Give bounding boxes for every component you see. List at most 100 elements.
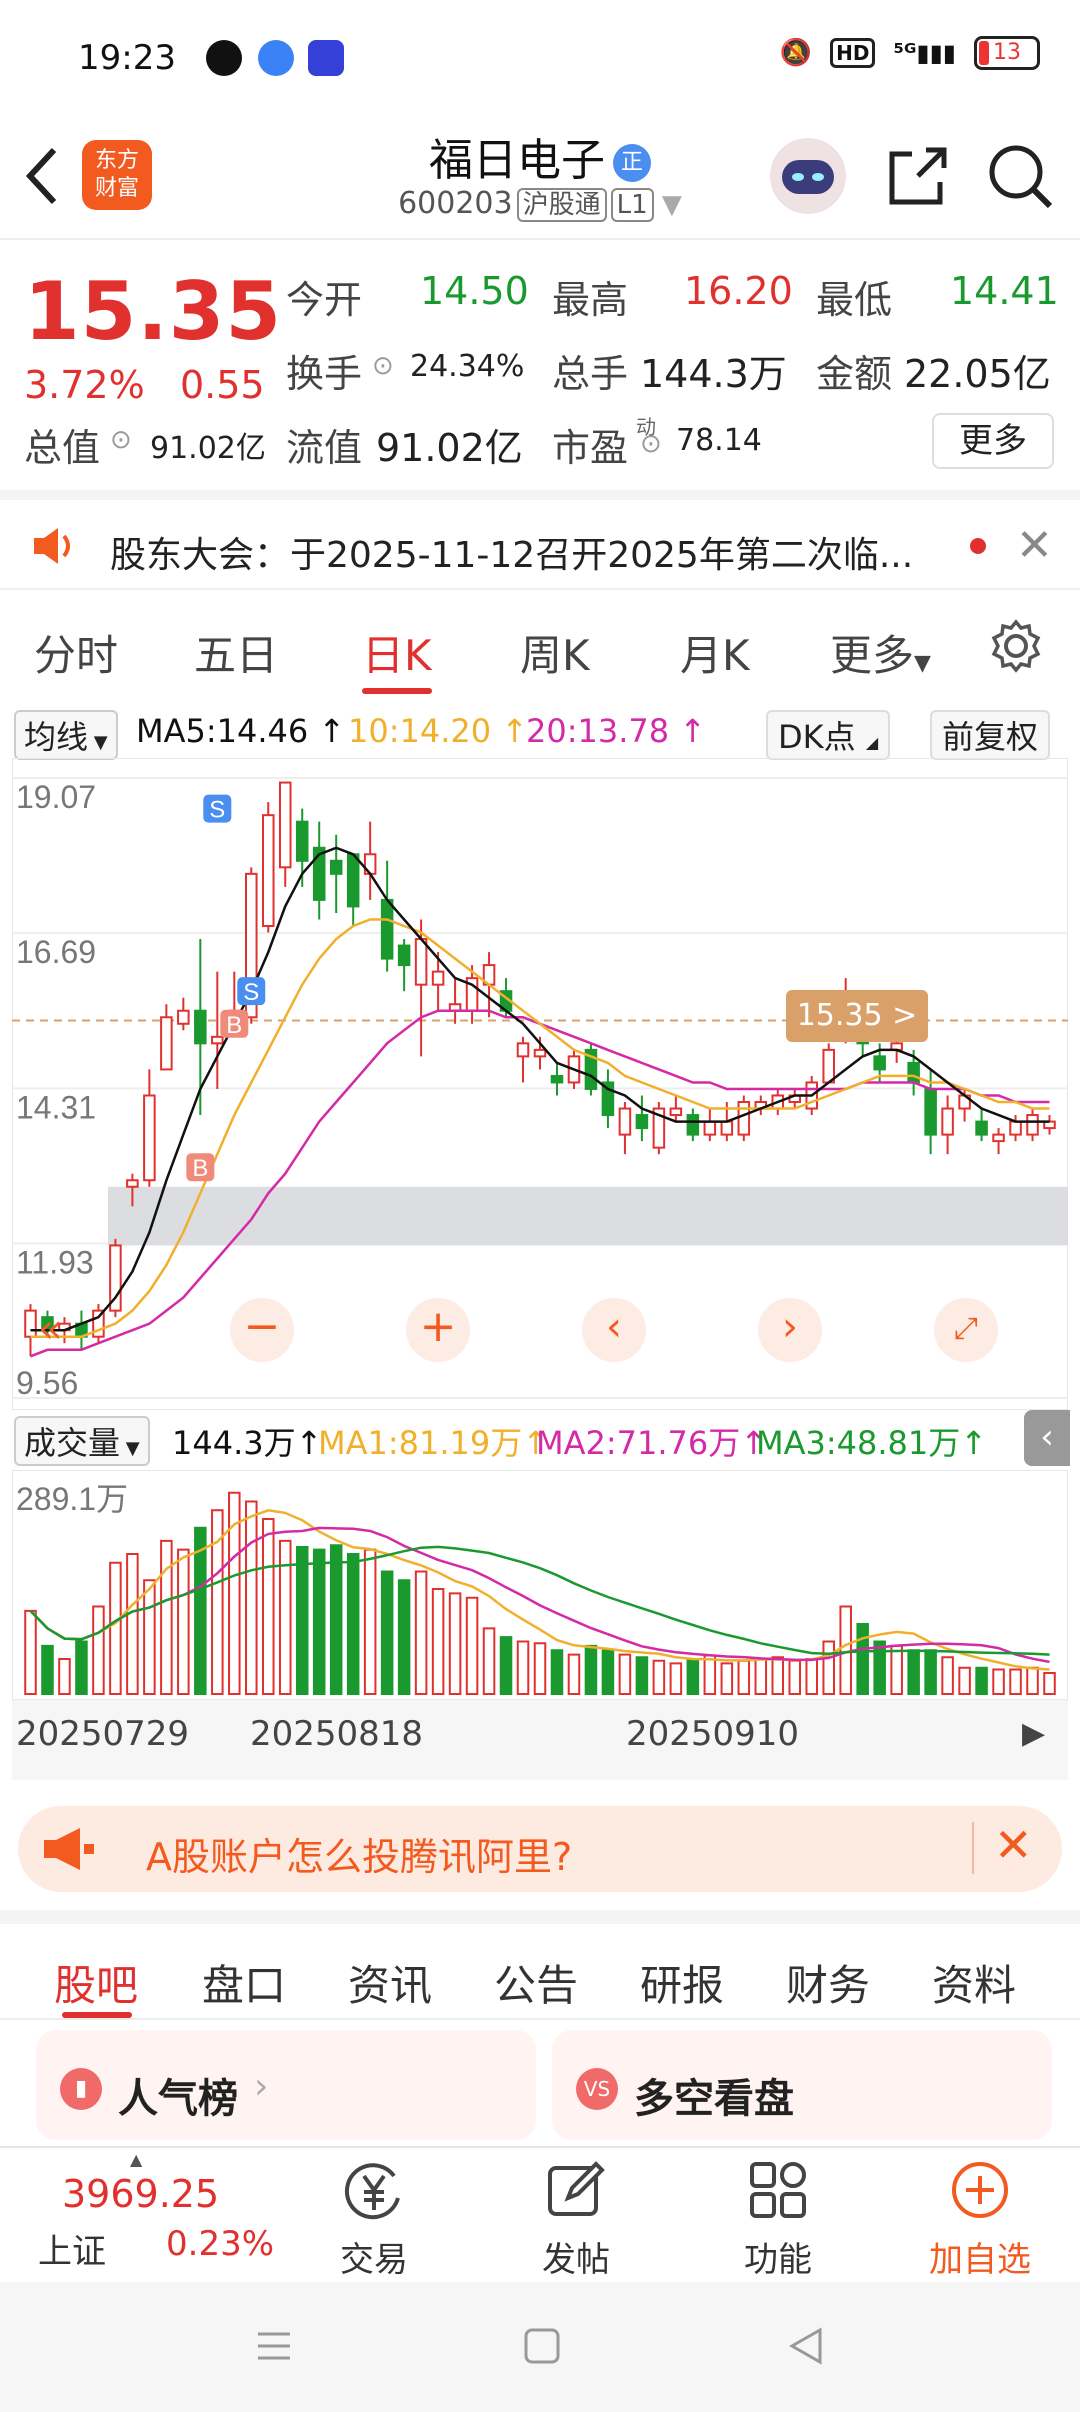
volume-bar [822,1640,835,1695]
indicator-select[interactable]: 均线 ▼ [14,710,118,760]
volume-bar [754,1658,768,1695]
candle-body [329,859,343,875]
play-icon[interactable]: ▶ [1022,1716,1045,1751]
candle-body [346,853,360,908]
volume-bar [516,1640,530,1695]
volume-bar [924,1649,937,1695]
index-widget[interactable]: ▲ 3969.25 上证 0.23% [0,2148,300,2284]
post-button[interactable]: 发帖 [506,2154,646,2284]
kline-chart[interactable]: 19.07 16.69 14.31 11.93 9.56 B B S S − + ‹ › ⤢ «… [11,757,1069,1411]
bull-bear-title: 多空看盘 [634,2076,794,2122]
tab-financials[interactable]: 财务 [786,1952,870,2013]
vs-icon: VS [576,2068,618,2110]
volume-indicator-select[interactable]: 成交量 ▼ [14,1416,150,1466]
megaphone-icon [40,1826,96,1876]
fullscreen-icon[interactable]: ⤢ [934,1298,998,1362]
settings-gear-icon[interactable] [988,618,1044,678]
volume-chart[interactable]: 289.1万 [11,1469,1069,1701]
announcement-bar[interactable]: 股东大会：于2025-11-12召开2025年第二次临... ✕ [0,490,1080,590]
index-name: 上证 [38,2232,106,2272]
tab-more[interactable]: 更多▼ [830,622,931,683]
tab-intraday[interactable]: 分时 [34,622,118,683]
collapse-panel-icon[interactable]: ‹ [1024,1410,1070,1466]
candle-body [380,898,394,960]
candle-body [177,1009,190,1025]
search-icon[interactable] [980,136,1060,216]
share-icon[interactable] [878,136,958,216]
candle-body [822,1048,835,1084]
date-tick: 20250729 [16,1714,190,1754]
volume-bar [126,1553,139,1695]
ma10-value: 10:14.20 ↑ [348,712,529,750]
candle-body [550,1074,564,1084]
adjustment-button[interactable]: 前复权 [930,710,1051,760]
scroll-left-button[interactable]: ‹ [582,1298,646,1362]
status-time: 19:23 [78,38,176,78]
volume-bar [788,1659,802,1695]
float-cap-label: 流值 [286,426,363,470]
price-marker[interactable]: 15.35 > [786,990,928,1042]
tab-weekly-k[interactable]: 周K [520,622,590,683]
close-icon[interactable]: ✕ [994,1818,1033,1872]
promo-banner[interactable]: A股账户怎么投腾讯阿里? ✕ [18,1806,1062,1892]
close-icon[interactable]: ✕ [1016,520,1053,571]
candle-body [1009,1120,1022,1136]
info-icon[interactable]: ⊙ [640,429,662,459]
amount-label: 金额 [816,352,893,396]
volume-bar [24,1609,37,1695]
menu-nav-icon[interactable] [254,2326,294,2370]
volume-bar [669,1662,683,1695]
popularity-card[interactable]: ▮ 人气榜 › [36,2030,536,2140]
assistant-robot-icon[interactable] [768,136,848,216]
caret-up-icon: ▲ [130,2150,143,2169]
info-icon[interactable]: ⊙ [110,425,132,455]
tab-news[interactable]: 资讯 [348,1952,432,2013]
tools-notification-icon [308,40,344,76]
tab-daily-k[interactable]: 日K [362,622,432,683]
function-button[interactable]: 功能 [708,2154,848,2284]
trade-button[interactable]: 交易 [304,2154,444,2284]
ma20-value: 20:13.78 ↑ [526,712,707,750]
scroll-right-button[interactable]: › [758,1298,822,1362]
home-nav-icon[interactable] [522,2326,562,2370]
volume-bar [805,1658,819,1695]
volume-bar [329,1544,343,1695]
volume-bar [143,1579,156,1695]
ma5-value: MA5:14.46 ↑ [136,712,346,750]
rewind-icon[interactable]: « [38,1306,62,1352]
candle-body [1026,1114,1039,1136]
volume-bar [737,1659,751,1695]
zoom-in-button[interactable]: + [406,1298,470,1362]
info-icon[interactable]: ⊙ [372,351,394,381]
tab-forum[interactable]: 股吧 [54,1952,138,2013]
high-value: 16.20 [684,269,793,313]
candle-body [669,1107,683,1117]
tab-monthly-k[interactable]: 月K [680,622,750,683]
volume-current: 144.3万↑ [172,1424,323,1462]
market-cap-label: 总值 [24,426,101,470]
volume-bar [839,1605,852,1695]
yen-circle-icon [342,2158,406,2222]
candle-body [143,1094,156,1182]
zoom-out-button[interactable]: − [230,1298,294,1362]
tab-profile[interactable]: 资料 [932,1952,1016,2013]
tab-five-day[interactable]: 五日 [194,622,278,683]
bull-bear-card[interactable]: VS 多空看盘 [552,2030,1052,2140]
status-bar: 19:23 🔕 HD ⁵ᴳ▮▮▮ 13 [0,0,1080,120]
volume-bar [499,1636,513,1695]
dropdown-icon: ▼ [653,190,682,220]
back-nav-icon[interactable] [786,2326,826,2370]
dk-point-button[interactable]: DK点 ◢ [766,710,891,760]
last-price: 15.35 [24,265,283,358]
amount-value: 22.05亿 [904,352,1051,396]
tab-research[interactable]: 研报 [640,1952,724,2013]
add-watchlist-button[interactable]: 加自选 [910,2154,1050,2284]
volume-bar [856,1623,869,1695]
candle-body [160,1016,173,1071]
tab-orderbook[interactable]: 盘口 [202,1952,286,2013]
more-button[interactable]: 更多 [932,413,1054,469]
tab-announcements[interactable]: 公告 [494,1952,578,2013]
volume-bar [295,1546,309,1695]
candle-body [194,1009,207,1045]
volume-bar [363,1548,377,1695]
